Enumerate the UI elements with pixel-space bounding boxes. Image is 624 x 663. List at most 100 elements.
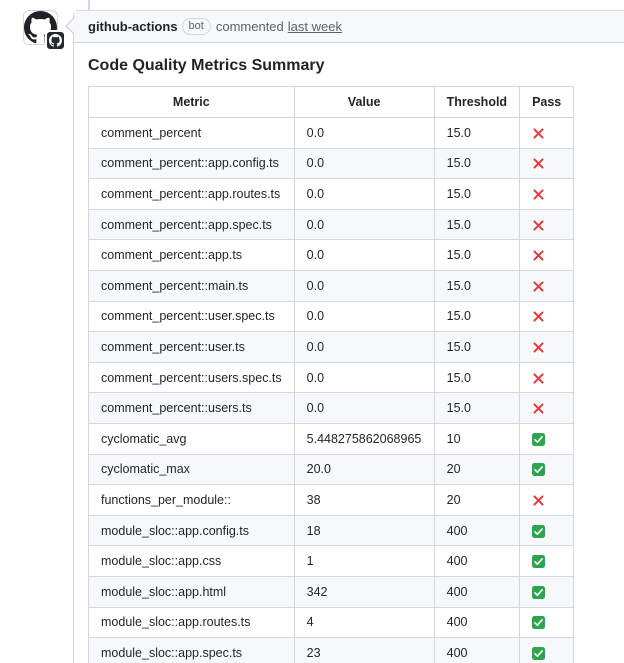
cell-pass [519, 117, 575, 149]
cell-threshold: 15.0 [433, 392, 521, 424]
cell-pass [519, 392, 575, 424]
cell-value: 0.0 [293, 147, 435, 180]
cell-value: 0.0 [293, 269, 435, 302]
cell-metric: comment_percent::app.ts [88, 239, 295, 271]
table-row: comment_percent::app.config.ts 0.0 15.0 [88, 147, 575, 180]
cell-value: 4 [293, 606, 435, 639]
cell-threshold: 20 [433, 453, 521, 486]
cell-metric: comment_percent::app.spec.ts [88, 208, 295, 241]
comment-author-link[interactable]: github-actions [88, 19, 178, 34]
comment-verb: commented [215, 19, 284, 34]
green-check-icon [532, 646, 546, 660]
cell-pass [519, 300, 575, 333]
cell-pass [519, 514, 575, 547]
cell-value: 23 [293, 637, 435, 663]
table-row: module_sloc::app.css 1 400 [88, 545, 575, 577]
column-header-value: Value [293, 86, 435, 118]
cell-value: 20.0 [293, 453, 435, 486]
metrics-table-body: comment_percent 0.0 15.0 comment_percent::a… [88, 117, 575, 663]
table-row: cyclomatic_avg 5.448275862068965 10 [88, 422, 575, 455]
cell-pass [519, 575, 575, 608]
cell-threshold: 400 [433, 575, 521, 608]
cell-pass [519, 453, 575, 486]
cell-threshold: 15.0 [433, 208, 521, 241]
cell-value: 0.0 [293, 178, 435, 210]
column-header-metric: Metric [88, 86, 295, 118]
cell-value: 18 [293, 514, 435, 547]
cell-metric: functions_per_module:: [88, 484, 295, 516]
cell-pass [519, 208, 575, 241]
cell-threshold: 15.0 [433, 117, 521, 149]
table-row: functions_per_module:: 38 20 [88, 484, 575, 516]
cell-metric: comment_percent::user.spec.ts [88, 300, 295, 333]
green-check-icon [532, 555, 546, 569]
cell-threshold: 15.0 [433, 147, 521, 180]
red-x-icon [532, 219, 545, 232]
table-row: comment_percent::users.ts 0.0 15.0 [88, 392, 575, 424]
cell-metric: comment_percent::user.ts [88, 331, 295, 363]
table-row: comment_percent::main.ts 0.0 15.0 [88, 269, 575, 302]
bot-badge: bot [181, 18, 211, 35]
cell-threshold: 400 [433, 545, 521, 577]
table-row: cyclomatic_max 20.0 20 [88, 453, 575, 486]
metrics-table: Metric Value Threshold Pass comment_perc… [88, 86, 575, 663]
comment-header: github-actions bot commented last week [74, 11, 624, 43]
table-row: comment_percent::users.spec.ts 0.0 15.0 [88, 361, 575, 394]
red-x-icon [532, 157, 545, 170]
red-x-icon [532, 127, 545, 140]
cell-value: 0.0 [293, 361, 435, 394]
comment-timestamp-link[interactable]: last week [288, 19, 342, 34]
cell-pass [519, 484, 575, 516]
cell-value: 0.0 [293, 331, 435, 363]
red-x-icon [532, 280, 545, 293]
cell-metric: module_sloc::app.html [88, 575, 295, 608]
table-row: module_sloc::app.config.ts 18 400 [88, 514, 575, 547]
comment-box: github-actions bot commented last week C… [73, 10, 624, 663]
cell-pass [519, 606, 575, 639]
comment-body: Code Quality Metrics Summary Metric Valu… [74, 43, 624, 663]
cell-metric: cyclomatic_avg [88, 422, 295, 455]
cell-metric: module_sloc::app.spec.ts [88, 637, 295, 663]
cell-threshold: 15.0 [433, 269, 521, 302]
cell-pass [519, 545, 575, 577]
cell-pass [519, 178, 575, 210]
table-row: module_sloc::app.spec.ts 23 400 [88, 637, 575, 663]
cell-value: 1 [293, 545, 435, 577]
cell-threshold: 15.0 [433, 331, 521, 363]
cell-value: 0.0 [293, 392, 435, 424]
red-x-icon [532, 341, 545, 354]
red-x-icon [532, 310, 545, 323]
cell-metric: comment_percent::users.spec.ts [88, 361, 295, 394]
red-x-icon [532, 188, 545, 201]
cell-threshold: 15.0 [433, 178, 521, 210]
cell-metric: comment_percent::main.ts [88, 269, 295, 302]
cell-metric: comment_percent [88, 117, 295, 149]
cell-value: 342 [293, 575, 435, 608]
column-header-threshold: Threshold [433, 86, 521, 118]
timeline-line [88, 0, 90, 10]
table-row: module_sloc::app.routes.ts 4 400 [88, 606, 575, 639]
table-row: comment_percent::app.routes.ts 0.0 15.0 [88, 178, 575, 210]
green-check-icon [532, 432, 546, 446]
cell-value: 0.0 [293, 117, 435, 149]
cell-metric: comment_percent::app.routes.ts [88, 178, 295, 210]
cell-threshold: 10 [433, 422, 521, 455]
cell-pass [519, 147, 575, 180]
cell-value: 0.0 [293, 300, 435, 333]
cell-metric: module_sloc::app.css [88, 545, 295, 577]
cell-metric: module_sloc::app.routes.ts [88, 606, 295, 639]
table-row: comment_percent::app.ts 0.0 15.0 [88, 239, 575, 271]
cell-pass [519, 269, 575, 302]
comment-caret-fill [67, 18, 75, 34]
cell-metric: cyclomatic_max [88, 453, 295, 486]
table-row: module_sloc::app.html 342 400 [88, 575, 575, 608]
table-row: comment_percent 0.0 15.0 [88, 117, 575, 149]
cell-pass [519, 361, 575, 394]
column-header-pass: Pass [519, 86, 575, 118]
table-row: comment_percent::app.spec.ts 0.0 15.0 [88, 208, 575, 241]
cell-value: 38 [293, 484, 435, 516]
cell-metric: comment_percent::app.config.ts [88, 147, 295, 180]
cell-threshold: 400 [433, 514, 521, 547]
cell-threshold: 15.0 [433, 361, 521, 394]
cell-metric: comment_percent::users.ts [88, 392, 295, 424]
